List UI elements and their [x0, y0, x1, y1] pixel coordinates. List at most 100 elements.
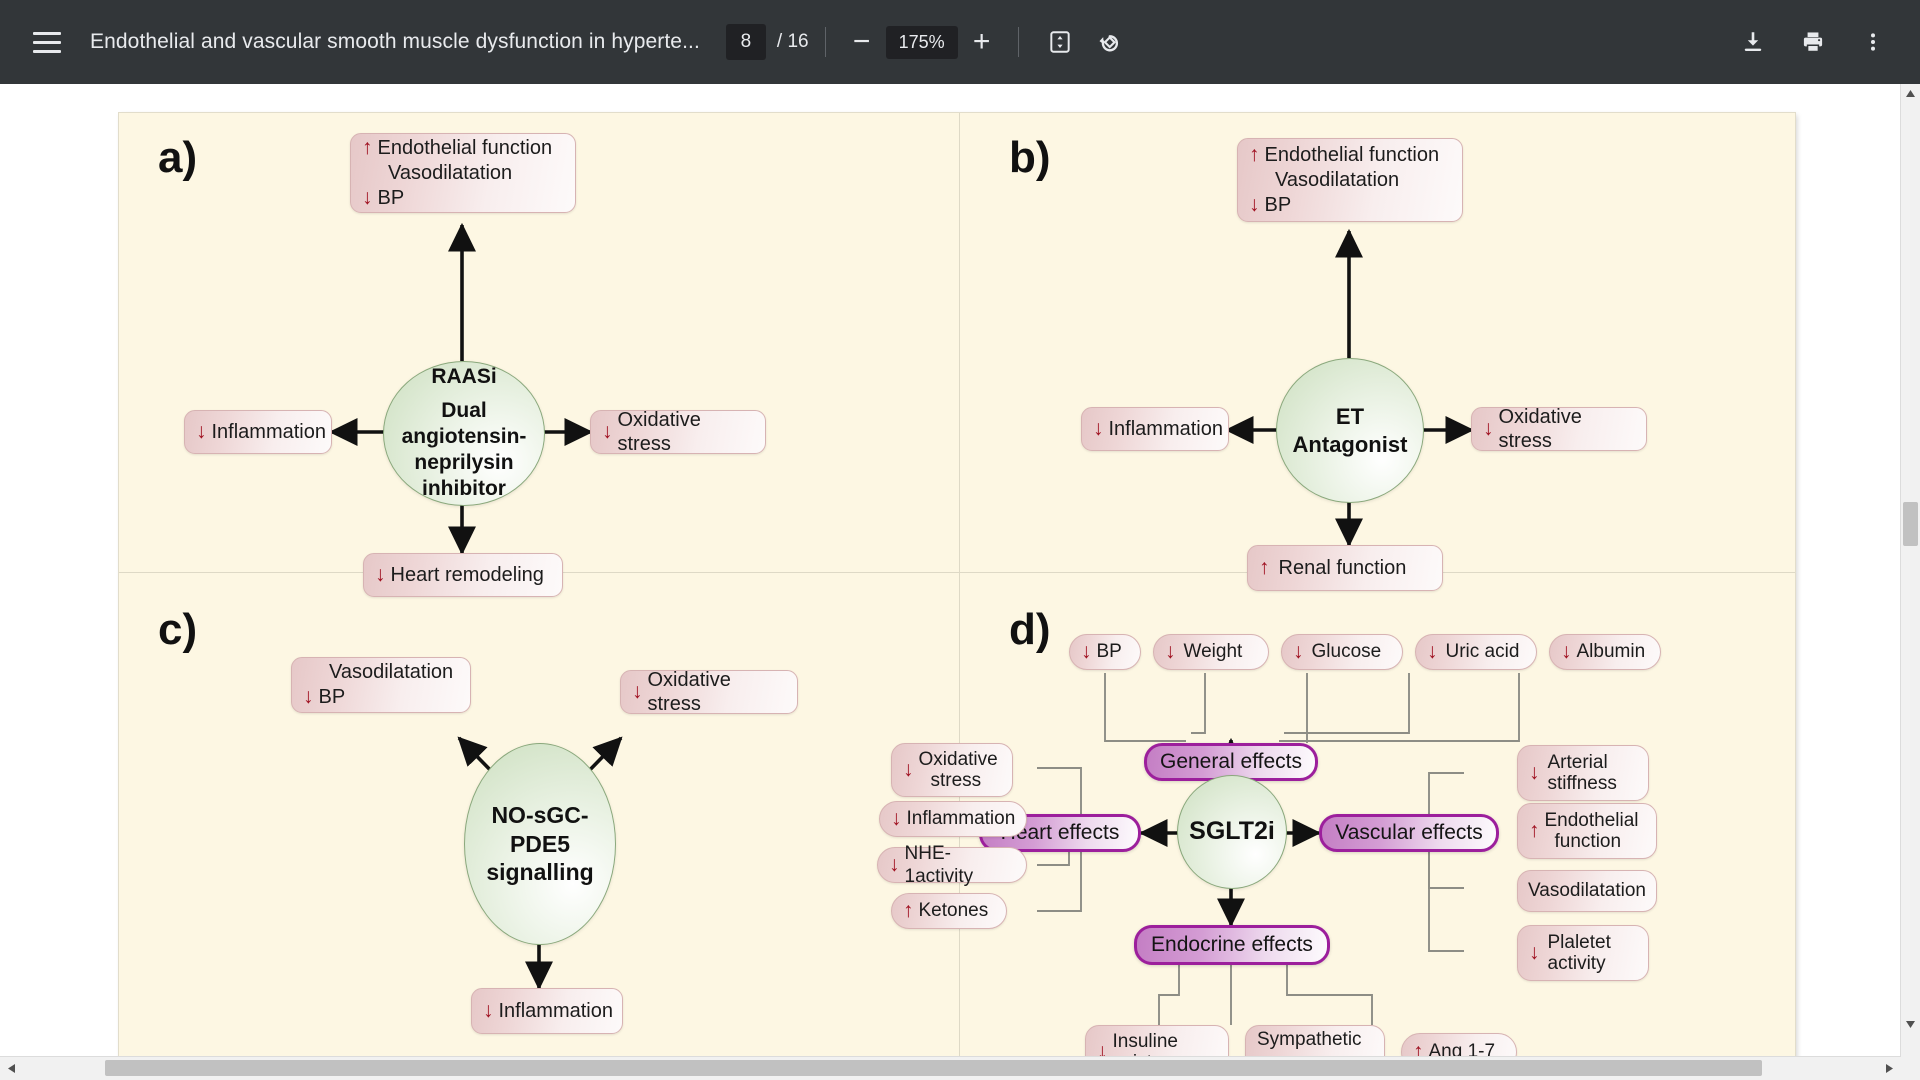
horizontal-scrollbar[interactable] [0, 1056, 1901, 1080]
panel-d-general-item-0: ↓ BP [1069, 634, 1141, 670]
panel-d-endocrine-item-2: ↑ Ang 1-7 [1401, 1033, 1517, 1057]
panel-d-heart-item-2-text: NHE-1activity [904, 842, 974, 887]
panel-c-center-line2: signalling [486, 859, 594, 886]
panel-b-top-line1-text: Endothelial function [1264, 143, 1440, 166]
panel-d-endocrine-item-0-l1: Insuline [1112, 1030, 1179, 1052]
down-arrow-icon: ↓ [1293, 640, 1304, 664]
panel-b-top-line3-text: BP [1264, 193, 1292, 216]
panel-b-top-line2: Vasodilatation [1275, 168, 1400, 191]
down-arrow-icon: ↓ [632, 680, 643, 704]
panel-a-center-line3: neprilysin inhibitor [414, 451, 514, 501]
vertical-scrollbar[interactable] [1900, 84, 1920, 1057]
download-icon[interactable] [1728, 17, 1778, 67]
more-options-icon[interactable] [1848, 17, 1898, 67]
panel-b-center-line2: Antagonist [1292, 431, 1408, 457]
scroll-left-arrow-icon[interactable] [0, 1057, 23, 1080]
panel-d-vascular-item-1: ↑ Endothelial function [1517, 803, 1657, 859]
panel-c-center-line1: NO-sGC-PDE5 [491, 801, 589, 857]
panel-a-right-box: ↓ Oxidative stress [590, 409, 766, 455]
panel-d-general-item-4-text: Albumin [1576, 641, 1646, 663]
horizontal-scrollbar-thumb[interactable] [105, 1060, 1762, 1076]
panel-c-topleft-box: Vasodilatation ↓ BP [291, 657, 471, 713]
panel-d-heart-item-0-l2: stress [930, 770, 982, 791]
hamburger-menu-icon[interactable] [22, 17, 72, 67]
panel-a-top-line1-text: Endothelial function [377, 136, 553, 159]
panel-b-left-box: ↓ Inflammation [1081, 407, 1229, 451]
panel-d-center-node: SGLT2i [1177, 775, 1287, 889]
zoom-out-button[interactable]: − [842, 22, 882, 62]
panel-c-center-node: NO-sGC-PDE5 signalling [464, 743, 616, 945]
panel-b-center-node: ET Antagonist [1276, 358, 1424, 503]
panel-b-center-line1: ET [1335, 404, 1365, 429]
panel-b-right-text: Oxidative stress [1498, 405, 1582, 452]
panel-b-bottom-text: Renal function [1278, 556, 1407, 579]
down-arrow-icon: ↓ [362, 186, 373, 210]
panel-d-vascular-item-3: ↓ Plaletet activity [1517, 925, 1649, 981]
panel-d-heart-item-0: ↓ Oxidative stress [891, 743, 1013, 797]
rotate-glyph [1099, 34, 1119, 51]
down-arrow-icon: ↓ [1529, 941, 1540, 965]
pdf-viewer-area[interactable]: a) ↑ Endothelial function Vasodilatation… [0, 84, 1901, 1057]
print-icon[interactable] [1788, 17, 1838, 67]
up-arrow-icon: ↑ [1413, 1040, 1424, 1057]
fit-to-page-icon[interactable] [1035, 17, 1085, 67]
rotate-icon[interactable] [1085, 17, 1135, 67]
panel-b-bottom-box: ↑ Renal function [1247, 545, 1443, 591]
print-glyph [1803, 32, 1823, 53]
hamburger-glyph [33, 31, 61, 53]
panel-d-vascular-item-1-l1: Endothelial [1544, 809, 1639, 831]
down-arrow-icon: ↓ [483, 999, 494, 1023]
panel-a-top-line3: ↓ BP [362, 185, 404, 211]
panel-c-topleft-line2-text: BP [318, 686, 346, 708]
panel-a-bottom-box: ↓ Heart remodeling [363, 553, 563, 597]
panel-d-vascular-item-0-l1: Arterial [1547, 751, 1608, 773]
panel-c-bottom-box: ↓ Inflammation [471, 988, 623, 1034]
panel-c-topleft-line1: Vasodilatation [329, 661, 454, 683]
panel-d-vascular-item-1-stack: Endothelial function [1545, 810, 1639, 853]
panel-d-heart-item-3-text: Ketones [918, 900, 989, 922]
scroll-down-arrow-icon[interactable] [1901, 1015, 1920, 1034]
down-arrow-icon: ↓ [196, 420, 207, 444]
up-arrow-icon: ↑ [1249, 143, 1260, 167]
panel-d-heart-item-2: ↓ NHE-1activity [877, 843, 1027, 887]
panel-d-heart-item-1: ↓ Inflammation [879, 801, 1027, 837]
panel-a-top-box: ↑ Endothelial function Vasodilatation ↓ … [350, 133, 576, 213]
zoom-in-button[interactable]: + [962, 22, 1002, 62]
panel-b-top-line1: ↑ Endothelial function [1249, 142, 1439, 168]
zoom-level-display[interactable]: 175% [885, 25, 958, 59]
page-navigation: / 16 [725, 24, 809, 60]
panel-d-vascular-item-0: ↓ Arterial stiffness [1517, 745, 1649, 801]
down-arrow-icon: ↓ [1093, 417, 1104, 441]
panel-a-label: a) [158, 133, 198, 182]
toolbar-divider-2 [1017, 27, 1019, 57]
panel-b-right-box: ↓ Oxidative stress [1471, 405, 1647, 452]
scroll-up-arrow-icon[interactable] [1901, 84, 1920, 103]
vertical-scrollbar-thumb[interactable] [1903, 502, 1918, 546]
panel-d-vascular-item-0-l2: stiffness [1547, 773, 1617, 794]
panel-d-vascular-item-3-stack: Plaletet activity [1548, 932, 1611, 975]
panel-b-top-box: ↑ Endothelial function Vasodilatation ↓ … [1237, 138, 1463, 222]
down-arrow-icon: ↓ [602, 420, 613, 444]
fit-to-page-glyph [1049, 31, 1070, 53]
down-arrow-icon: ↓ [903, 758, 914, 782]
up-arrow-icon: ↑ [362, 136, 373, 160]
down-arrow-icon: ↓ [889, 853, 900, 877]
panel-a-center-line2: Dual angiotensin- [401, 398, 527, 448]
panel-c-topleft-line2: ↓ BP [303, 684, 345, 710]
scroll-right-arrow-icon[interactable] [1878, 1057, 1901, 1080]
panel-a-left-text: Inflammation [211, 420, 327, 443]
toolbar-divider-1 [824, 27, 826, 57]
scroll-right-glyph [1886, 1064, 1893, 1073]
panel-c-topright-text: Oxidative stress [647, 668, 731, 715]
panel-c-label: c) [158, 605, 198, 654]
zoom-controls: − 175% + [842, 22, 1002, 62]
panel-d-general-item-1: ↓ Weight [1153, 634, 1269, 670]
panel-c-bottom-text: Inflammation [498, 999, 614, 1022]
page-number-input[interactable] [725, 24, 766, 60]
down-arrow-icon: ↓ [303, 685, 314, 709]
panel-d-general-item-4: ↓ Albumin [1549, 634, 1661, 670]
down-arrow-icon: ↓ [1483, 417, 1494, 441]
panel-a-center-stack: RAASi Dual angiotensin- neprilysin inhib… [384, 364, 544, 502]
panel-a-center-line1: RAASi [431, 365, 497, 389]
pdf-page-8: a) ↑ Endothelial function Vasodilatation… [119, 113, 1795, 1057]
